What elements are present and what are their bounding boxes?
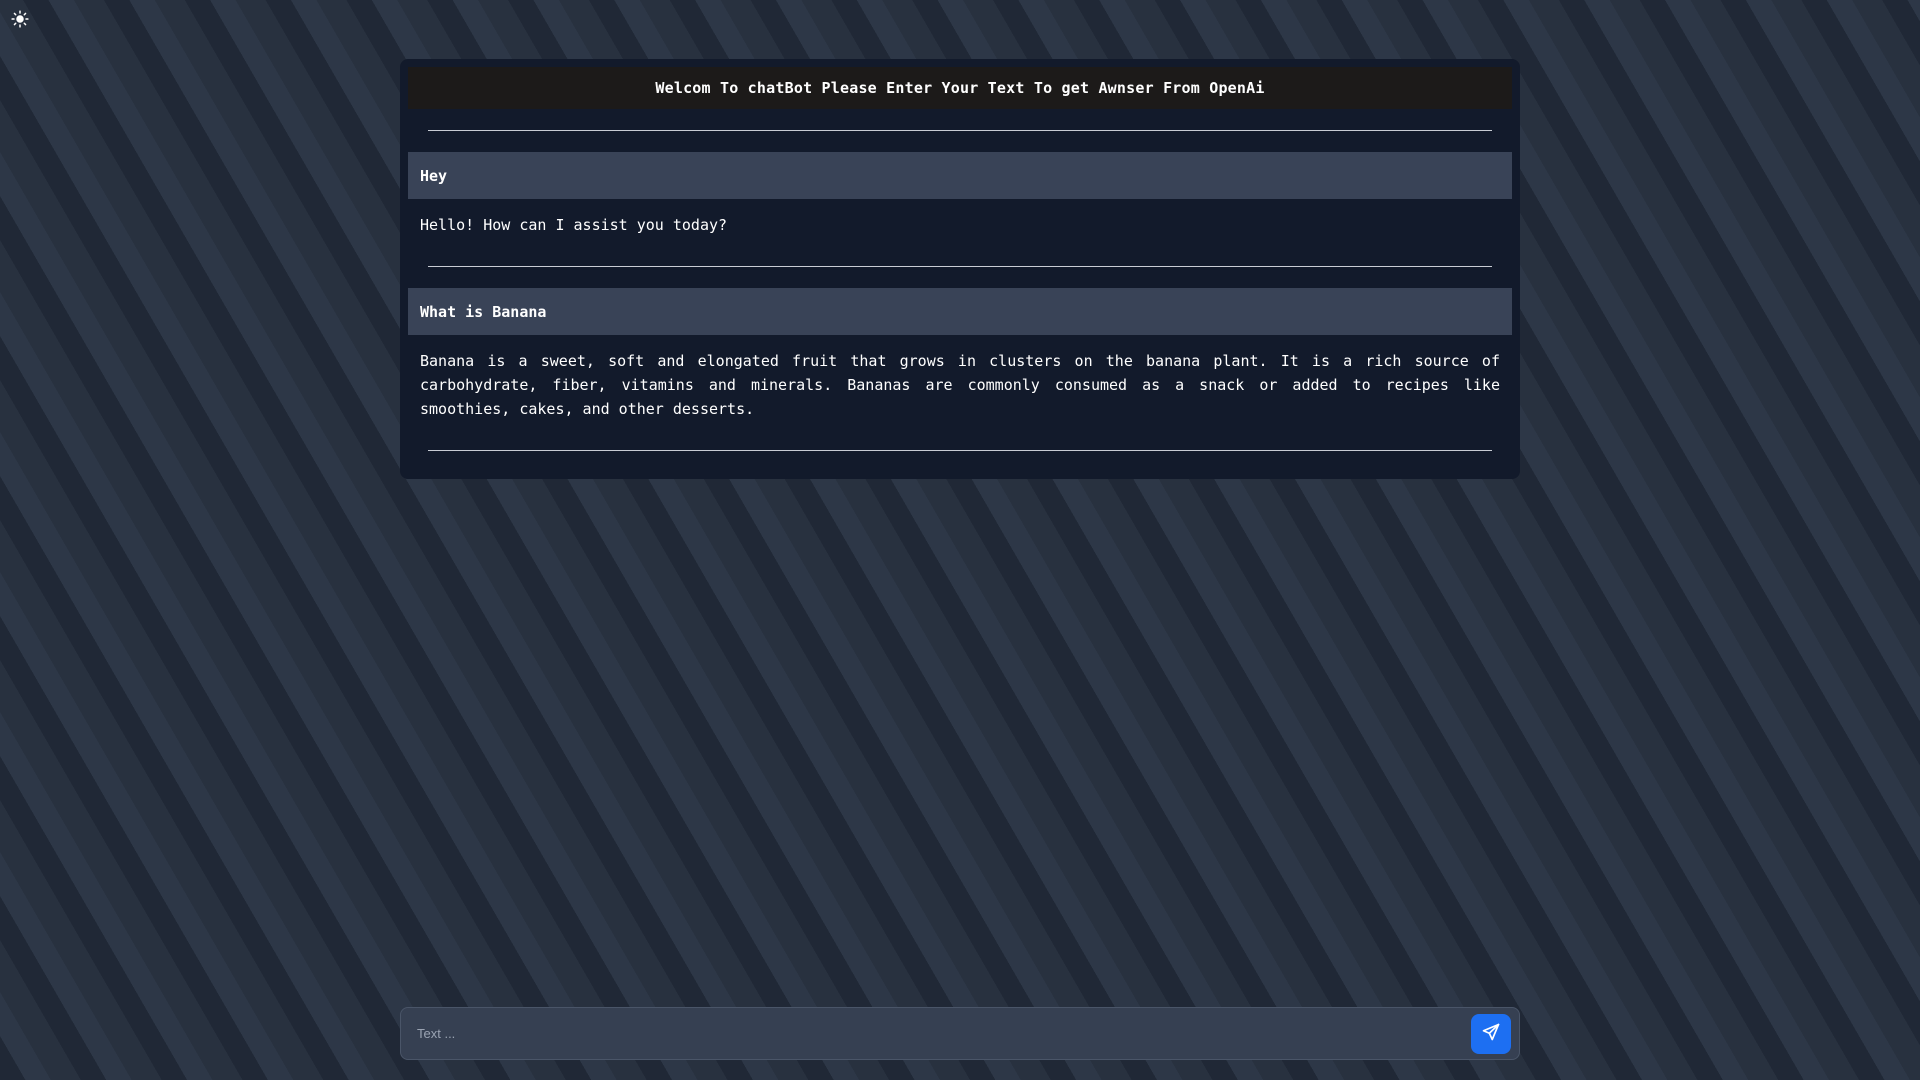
bot-message: Hello! How can I assist you today? <box>420 216 728 234</box>
chat-header-title: Welcom To chatBot Please Enter Your Text… <box>408 67 1512 109</box>
sun-icon <box>11 9 29 31</box>
user-message: What is Banana <box>408 288 1512 335</box>
theme-toggle-button[interactable] <box>10 9 30 31</box>
divider <box>428 450 1492 451</box>
send-button[interactable] <box>1471 1013 1511 1054</box>
message-input[interactable] <box>401 1008 1471 1059</box>
chat-panel: Welcom To chatBot Please Enter Your Text… <box>400 59 1520 479</box>
user-message: Hey <box>408 152 1512 199</box>
divider <box>428 266 1492 267</box>
bot-message: Banana is a sweet, soft and elongated fr… <box>420 352 1500 418</box>
divider <box>428 130 1492 131</box>
message-input-bar <box>400 1007 1520 1060</box>
send-icon <box>1481 1022 1501 1045</box>
